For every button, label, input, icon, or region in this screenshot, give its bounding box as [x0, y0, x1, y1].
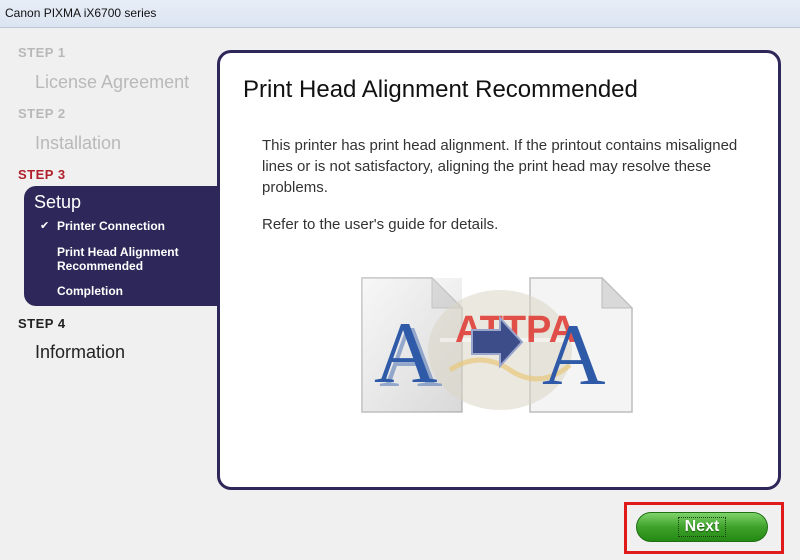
step-3-label: STEP 3: [18, 167, 66, 182]
next-button[interactable]: Next: [636, 512, 768, 542]
check-icon: ✔: [40, 220, 50, 232]
svg-text:A: A: [379, 309, 443, 406]
window-title: Canon PIXMA iX6700 series: [5, 6, 157, 20]
step-1-label: STEP 1: [18, 45, 66, 60]
step-2-label: STEP 2: [18, 106, 66, 121]
substep-print-head-alignment: Print Head Alignment Recommended: [57, 245, 179, 273]
next-button-label: Next: [677, 517, 727, 537]
refer-text: Refer to the user's guide for details.: [262, 216, 499, 233]
alignment-illustration: ATTPA A A A: [361, 276, 634, 413]
aligned-letter: A: [542, 307, 606, 404]
title-bar: Canon PIXMA iX6700 series: [0, 0, 800, 28]
step-3-title: Setup: [34, 192, 82, 212]
step-2-title: Installation: [35, 133, 122, 153]
page-title: Print Head Alignment Recommended: [243, 76, 638, 103]
substep-completion: Completion: [57, 284, 123, 298]
description-text: This printer has print head alignment. I…: [262, 137, 738, 196]
substep-printer-connection: Printer Connection: [57, 219, 166, 233]
step-4-title: Information: [35, 342, 126, 362]
step-1-title: License Agreement: [35, 72, 190, 92]
step-4-label: STEP 4: [18, 316, 66, 331]
